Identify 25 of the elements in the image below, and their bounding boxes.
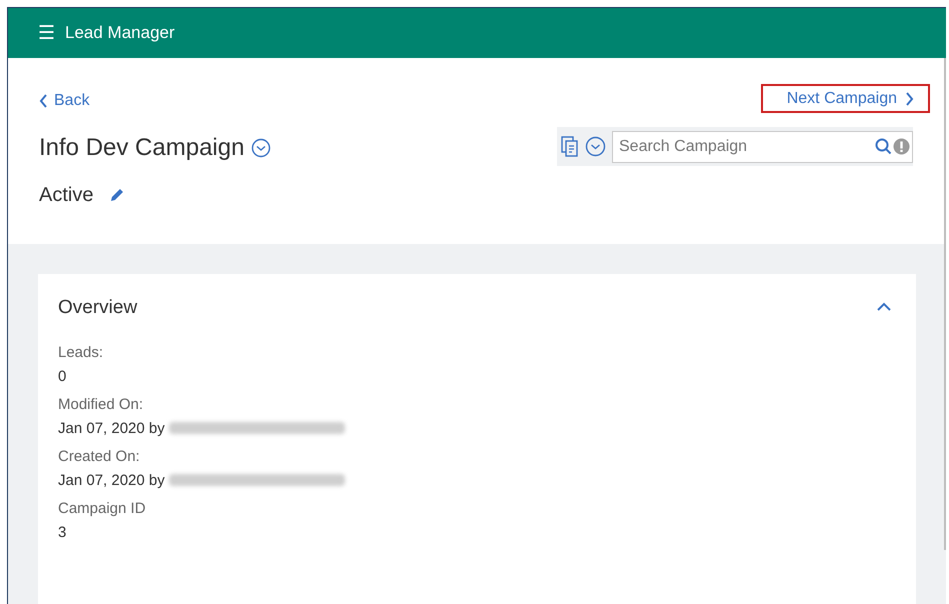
field-value: 0 (58, 366, 66, 386)
search-icon[interactable] (875, 138, 892, 154)
search-field[interactable]: Search Campaign (612, 130, 913, 162)
back-link[interactable]: Back (39, 89, 90, 113)
info-icon[interactable] (893, 138, 910, 154)
edit-icon[interactable] (109, 187, 126, 203)
field-label: Modified On: (58, 394, 144, 414)
chevron-left-icon (39, 94, 48, 108)
field-label: Leads: (58, 342, 104, 362)
collapse-icon[interactable] (877, 302, 891, 311)
field-label: Campaign ID (58, 498, 147, 518)
field-label: Created On: (58, 446, 141, 466)
field-value: 3 (58, 522, 66, 542)
chevron-right-icon (905, 92, 914, 106)
documents-icon[interactable] (561, 136, 579, 158)
dropdown-icon[interactable] (251, 138, 272, 158)
section-title: Overview (58, 297, 138, 318)
dropdown-icon[interactable] (585, 136, 606, 157)
campaign-title: Info Dev Campaign (39, 133, 244, 163)
app-title: Lead Manager (65, 22, 175, 44)
next-campaign-link[interactable]: Next Campaign (761, 84, 930, 113)
status-text: Active (39, 183, 94, 208)
field-value: Jan 07, 2020 by (58, 418, 165, 438)
field-value: Jan 07, 2020 by (58, 470, 165, 490)
menu-icon[interactable]: ☰ (38, 24, 55, 42)
